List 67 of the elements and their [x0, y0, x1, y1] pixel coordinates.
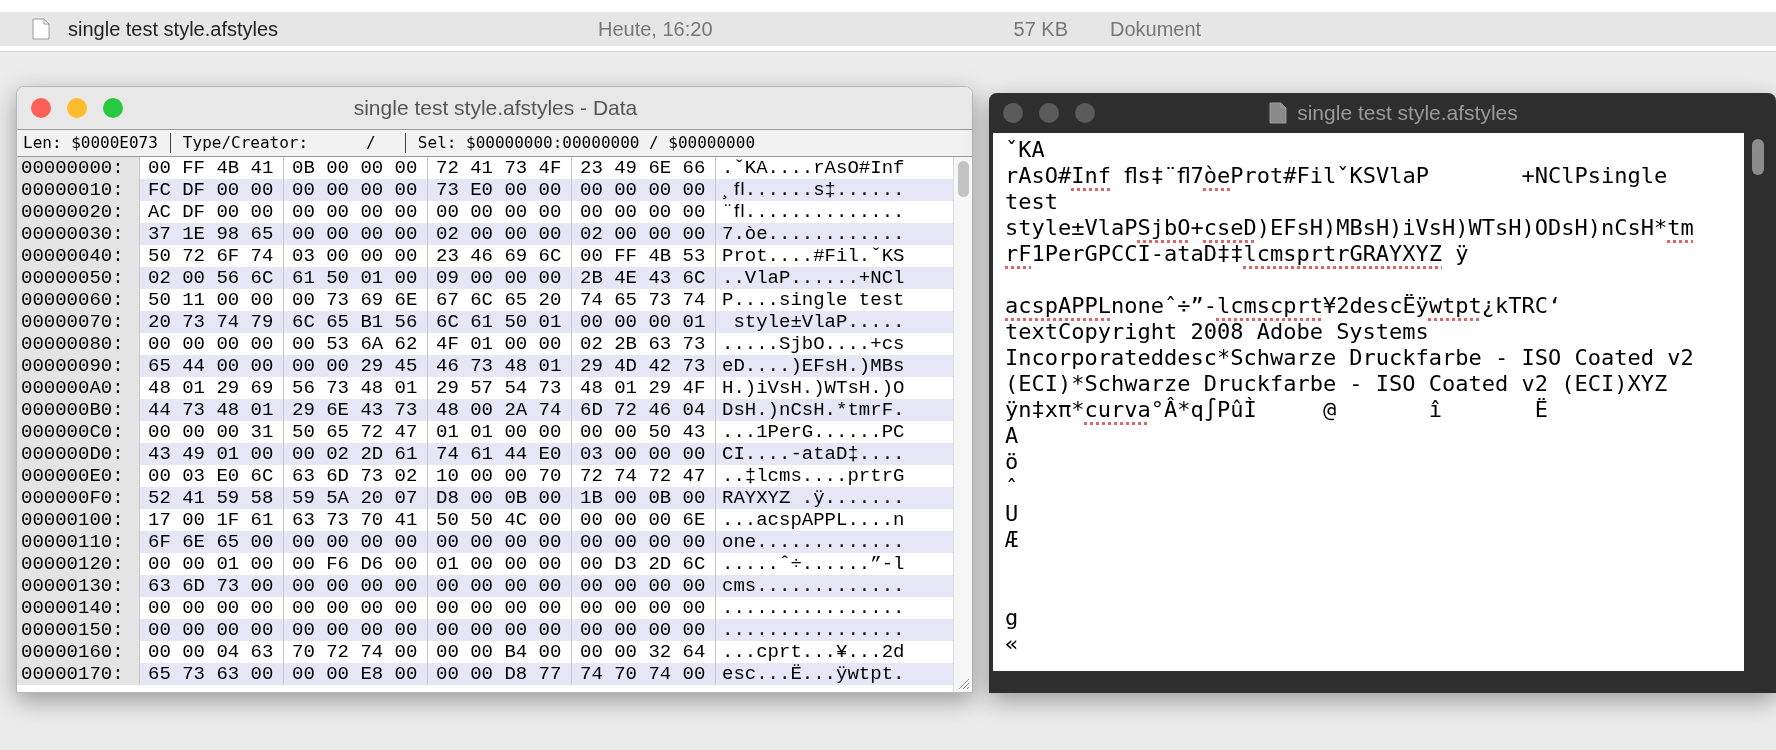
row-address: 00000140:: [17, 597, 139, 619]
text-line: «: [1005, 631, 1019, 657]
row-address: 00000000:: [17, 157, 139, 179]
zoom-button[interactable]: [103, 98, 123, 118]
row-address: 00000020:: [17, 201, 139, 223]
hex-bytes: 00 00 D8 77: [427, 663, 571, 685]
minimize-button[interactable]: [1039, 103, 1059, 123]
text-line: Æ: [1005, 527, 1019, 553]
text-line: ÿn‡xπ*curva°Â*q∫PûÌ @ î Ë: [1005, 397, 1549, 423]
file-date: Heute, 16:20: [598, 17, 714, 42]
row-address: 00000110:: [17, 531, 139, 553]
row-address: 00000080:: [17, 333, 139, 355]
info-field: Sel: $00000000:00000000 / $00000000: [417, 131, 755, 155]
text-line: rF1PerGPCCI-ataD‡‡lcmsprtrGRAYXYZ ÿ: [1005, 241, 1469, 267]
document-icon: [32, 18, 50, 40]
text-line: ö: [1005, 449, 1019, 475]
scrollbar-thumb[interactable]: [957, 161, 969, 197]
row-address: 00000150:: [17, 619, 139, 641]
hex-bytes: 00 00 E8 00: [283, 663, 427, 685]
row-address: 000000C0:: [17, 421, 139, 443]
file-kind: Dokument: [1109, 17, 1202, 42]
row-address: 00000090:: [17, 355, 139, 377]
text-line: ˇKA: [1005, 137, 1045, 163]
row-address: 00000120:: [17, 553, 139, 575]
row-address: 00000050:: [17, 267, 139, 289]
row-address: 00000060:: [17, 289, 139, 311]
text-line: (ECI)*Schwarze Druckfarbe - ISO Coated v2 (ECI)XYZ: [1005, 371, 1668, 397]
row-address: 00000030:: [17, 223, 139, 245]
file-name: single test style.afstyles: [67, 17, 280, 42]
scrollbar-thumb[interactable]: [1752, 139, 1764, 175]
hex-bytes: 65 73 63 00: [139, 663, 283, 685]
text-line: Incorporateddesc*Schwarze Druckfarbe - ISO Coated v2: [1005, 345, 1694, 371]
minimize-button[interactable]: [67, 98, 87, 118]
row-address: 00000160:: [17, 641, 139, 663]
row-address: 00000070:: [17, 311, 139, 333]
document-icon: [1269, 102, 1288, 124]
info-field: Type/Creator: /: [182, 131, 393, 155]
text-line: A: [1005, 423, 1019, 449]
ascii-text: esc...Ë...ÿwtpt.: [715, 663, 937, 685]
text-line: acspAPPLnoneˆ÷”-lcmscprt¥2descËÿwtpt¿kTRC‘: [1005, 293, 1562, 319]
text-line: test: [1005, 189, 1058, 215]
info-field: Len: $0000E073: [23, 131, 158, 155]
resize-grip-icon[interactable]: [956, 676, 970, 690]
row-address: 00000100:: [17, 509, 139, 531]
row-address: 00000170:: [17, 663, 139, 685]
row-address: 000000B0:: [17, 399, 139, 421]
window-title: single test style.afstyles: [1297, 100, 1518, 127]
zoom-button[interactable]: [1075, 103, 1095, 123]
close-button[interactable]: [1003, 103, 1023, 123]
text-line: style±VlaPSjbO+cseD)EFsH)MBsH)iVsH)WTsH)ODsH)nCsH*tm: [1005, 215, 1694, 241]
row-address: 000000E0:: [17, 465, 139, 487]
file-list-row[interactable]: single test style.afstyles Heute, 16:20 57 KB Dokument: [0, 12, 1776, 46]
row-address: 000000A0:: [17, 377, 139, 399]
text-line: rAsO#Inf ﬂs‡¨ﬂ7òeProt#FilˇKSVlaP +NClPsingle: [1005, 163, 1668, 189]
file-size: 57 KB: [1012, 17, 1068, 42]
row-address: 00000040:: [17, 245, 139, 267]
text-line: ˆ: [1005, 475, 1019, 501]
row-address: 00000010:: [17, 179, 139, 201]
text-line: g: [1005, 605, 1019, 631]
row-address: 00000130:: [17, 575, 139, 597]
text-line: U: [1005, 501, 1019, 527]
row-address: 000000D0:: [17, 443, 139, 465]
text-line: textCopyright 2008 Adobe Systems: [1005, 319, 1429, 345]
row-address: 000000F0:: [17, 487, 139, 509]
close-button[interactable]: [31, 98, 51, 118]
window-title: single test style.afstyles - Data: [352, 95, 639, 122]
hex-bytes: 74 70 74 00: [571, 663, 715, 685]
